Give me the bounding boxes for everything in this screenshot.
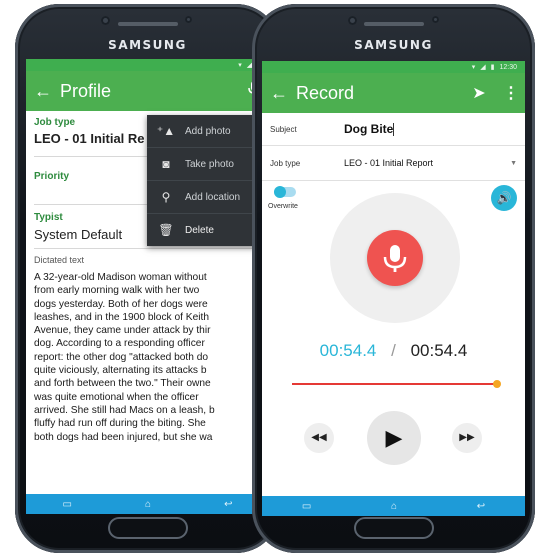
subject-row[interactable]: Subject Dog Bite xyxy=(262,113,525,146)
overflow-menu: ⁺▲ Add photo ◙ Take photo ⚲ Add location… xyxy=(147,115,269,246)
time-separator: / xyxy=(391,341,396,360)
record-app-bar: ← Record ➤ ⋮ xyxy=(262,73,525,113)
menu-item-delete[interactable]: 🗑 Delete xyxy=(147,214,269,246)
dictated-line: leashes, and in the 1900 block of Keith xyxy=(34,311,210,323)
dictated-line: dog. According to a responding officer xyxy=(34,338,205,350)
job-type-row[interactable]: Job type LEO - 01 Initial Report ▼ xyxy=(262,146,525,181)
dictated-line: and forth between the two." Their owne xyxy=(34,378,211,390)
menu-item-label: Take photo xyxy=(185,158,234,170)
home-button[interactable] xyxy=(107,517,188,539)
earpiece-speaker xyxy=(117,22,178,26)
progress-fill xyxy=(292,383,497,385)
record-area: Overwrite 🔊 00:54.4 / 00:54.4 ◀◀ ▶ ▶▶ xyxy=(262,181,525,511)
recent-apps-icon[interactable]: ▭ xyxy=(302,501,311,512)
left-phone: SAMSUNG ▾ ◢ ▮ ← Profile Job type LEO - 0… xyxy=(15,4,280,553)
page-title: Record xyxy=(296,82,355,103)
progress-knob[interactable] xyxy=(493,380,501,388)
wifi-icon: ▾ xyxy=(238,62,242,69)
menu-item-label: Add photo xyxy=(185,125,231,137)
system-nav-bar: ▭ ⌂ ↩ xyxy=(262,496,525,516)
right-phone: SAMSUNG ▾ ◢ ▮ 12:30 ← Record ➤ ⋮ Subject… xyxy=(252,4,535,553)
menu-item-add-photo[interactable]: ⁺▲ Add photo xyxy=(147,115,269,147)
elapsed-time: 00:54.4 xyxy=(319,341,377,360)
fast-forward-icon: ▶▶ xyxy=(459,432,475,443)
send-icon[interactable]: ➤ xyxy=(461,83,497,103)
menu-item-add-location[interactable]: ⚲ Add location xyxy=(147,181,269,213)
dictated-line: dogs yesterday. Both of her dogs were xyxy=(34,298,208,310)
timer: 00:54.4 / 00:54.4 xyxy=(262,341,525,361)
job-type-select[interactable]: LEO - 01 Initial Report xyxy=(344,158,510,168)
home-icon[interactable]: ⌂ xyxy=(391,501,397,512)
subject-label: Subject xyxy=(270,124,297,134)
sensor xyxy=(432,16,439,23)
home-icon[interactable]: ⌂ xyxy=(145,499,151,510)
front-camera xyxy=(101,16,110,25)
front-camera xyxy=(348,16,357,25)
dictated-line: fluffy had run off during the biting. Sh… xyxy=(34,418,206,430)
profile-screen: ▾ ◢ ▮ ← Profile Job type LEO - 01 Initia… xyxy=(26,59,269,514)
overwrite-label: Overwrite xyxy=(268,203,298,210)
sensor xyxy=(185,16,192,23)
back-arrow-icon[interactable]: ← xyxy=(262,83,296,104)
dictated-text[interactable]: A 32-year-old Madison woman without from… xyxy=(34,271,261,444)
back-nav-icon[interactable]: ↩ xyxy=(224,499,232,510)
clock: 12:30 xyxy=(499,63,517,71)
play-button[interactable]: ▶ xyxy=(367,411,421,465)
menu-item-label: Add location xyxy=(185,191,241,203)
dictated-label: Dictated text xyxy=(34,255,85,265)
play-icon: ▶ xyxy=(385,425,403,450)
add-photo-icon: ⁺▲ xyxy=(156,124,176,138)
dictated-line: Avenue, they came under attack by thir xyxy=(34,325,211,337)
back-nav-icon[interactable]: ↩ xyxy=(477,501,485,512)
dictated-line: from early morning walk with her two xyxy=(34,285,200,297)
location-icon: ⚲ xyxy=(161,190,171,204)
dictated-line: was quite emotional when the officer xyxy=(34,391,199,403)
dictated-line: A 32-year-old Madison woman without xyxy=(34,272,207,283)
fast-forward-button[interactable]: ▶▶ xyxy=(452,423,482,453)
earpiece-speaker xyxy=(363,22,424,26)
status-bar: ▾ ◢ ▮ 12:30 xyxy=(262,61,525,73)
signal-icon: ◢ xyxy=(480,64,486,71)
subject-input[interactable]: Dog Bite xyxy=(344,122,393,136)
rewind-icon: ◀◀ xyxy=(311,432,327,443)
more-vert-icon[interactable]: ⋮ xyxy=(497,83,525,103)
brand-logo: SAMSUNG xyxy=(108,38,187,52)
dropdown-caret-icon[interactable]: ▼ xyxy=(510,160,525,167)
record-screen: ▾ ◢ ▮ 12:30 ← Record ➤ ⋮ Subject Dog Bit… xyxy=(262,61,525,516)
status-bar: ▾ ◢ ▮ xyxy=(26,59,269,71)
wifi-icon: ▾ xyxy=(471,64,476,71)
camera-icon: ◙ xyxy=(162,157,170,171)
page-title: Profile xyxy=(60,80,112,101)
dictated-line: quite viciously, alternating its attacks… xyxy=(34,365,207,377)
home-button[interactable] xyxy=(353,517,434,539)
microphone-icon xyxy=(383,245,407,272)
back-arrow-icon[interactable]: ← xyxy=(26,81,60,102)
volume-button[interactable]: 🔊 xyxy=(491,185,517,211)
job-type-label: Job type xyxy=(270,158,301,168)
recent-apps-icon[interactable]: ▭ xyxy=(63,499,72,510)
menu-item-label: Delete xyxy=(185,224,214,236)
total-time: 00:54.4 xyxy=(410,341,468,360)
brand-logo: SAMSUNG xyxy=(354,38,433,52)
dictated-line: report: the other dog "attacked both do xyxy=(34,351,209,363)
profile-app-bar: ← Profile xyxy=(26,71,269,111)
progress-track[interactable] xyxy=(292,380,501,388)
trash-icon: 🗑 xyxy=(158,223,174,237)
record-button[interactable] xyxy=(367,230,423,286)
rewind-button[interactable]: ◀◀ xyxy=(304,423,334,453)
menu-item-take-photo[interactable]: ◙ Take photo xyxy=(147,148,269,180)
dictated-line: both dogs had been injured, but she wa xyxy=(34,431,213,443)
volume-icon: 🔊 xyxy=(496,191,512,205)
battery-icon: ▮ xyxy=(490,64,495,71)
dictated-line: arrived. She still had Macs on a leash, … xyxy=(34,404,215,416)
overwrite-toggle[interactable] xyxy=(274,186,296,198)
system-nav-bar: ▭ ⌂ ↩ xyxy=(26,494,269,514)
